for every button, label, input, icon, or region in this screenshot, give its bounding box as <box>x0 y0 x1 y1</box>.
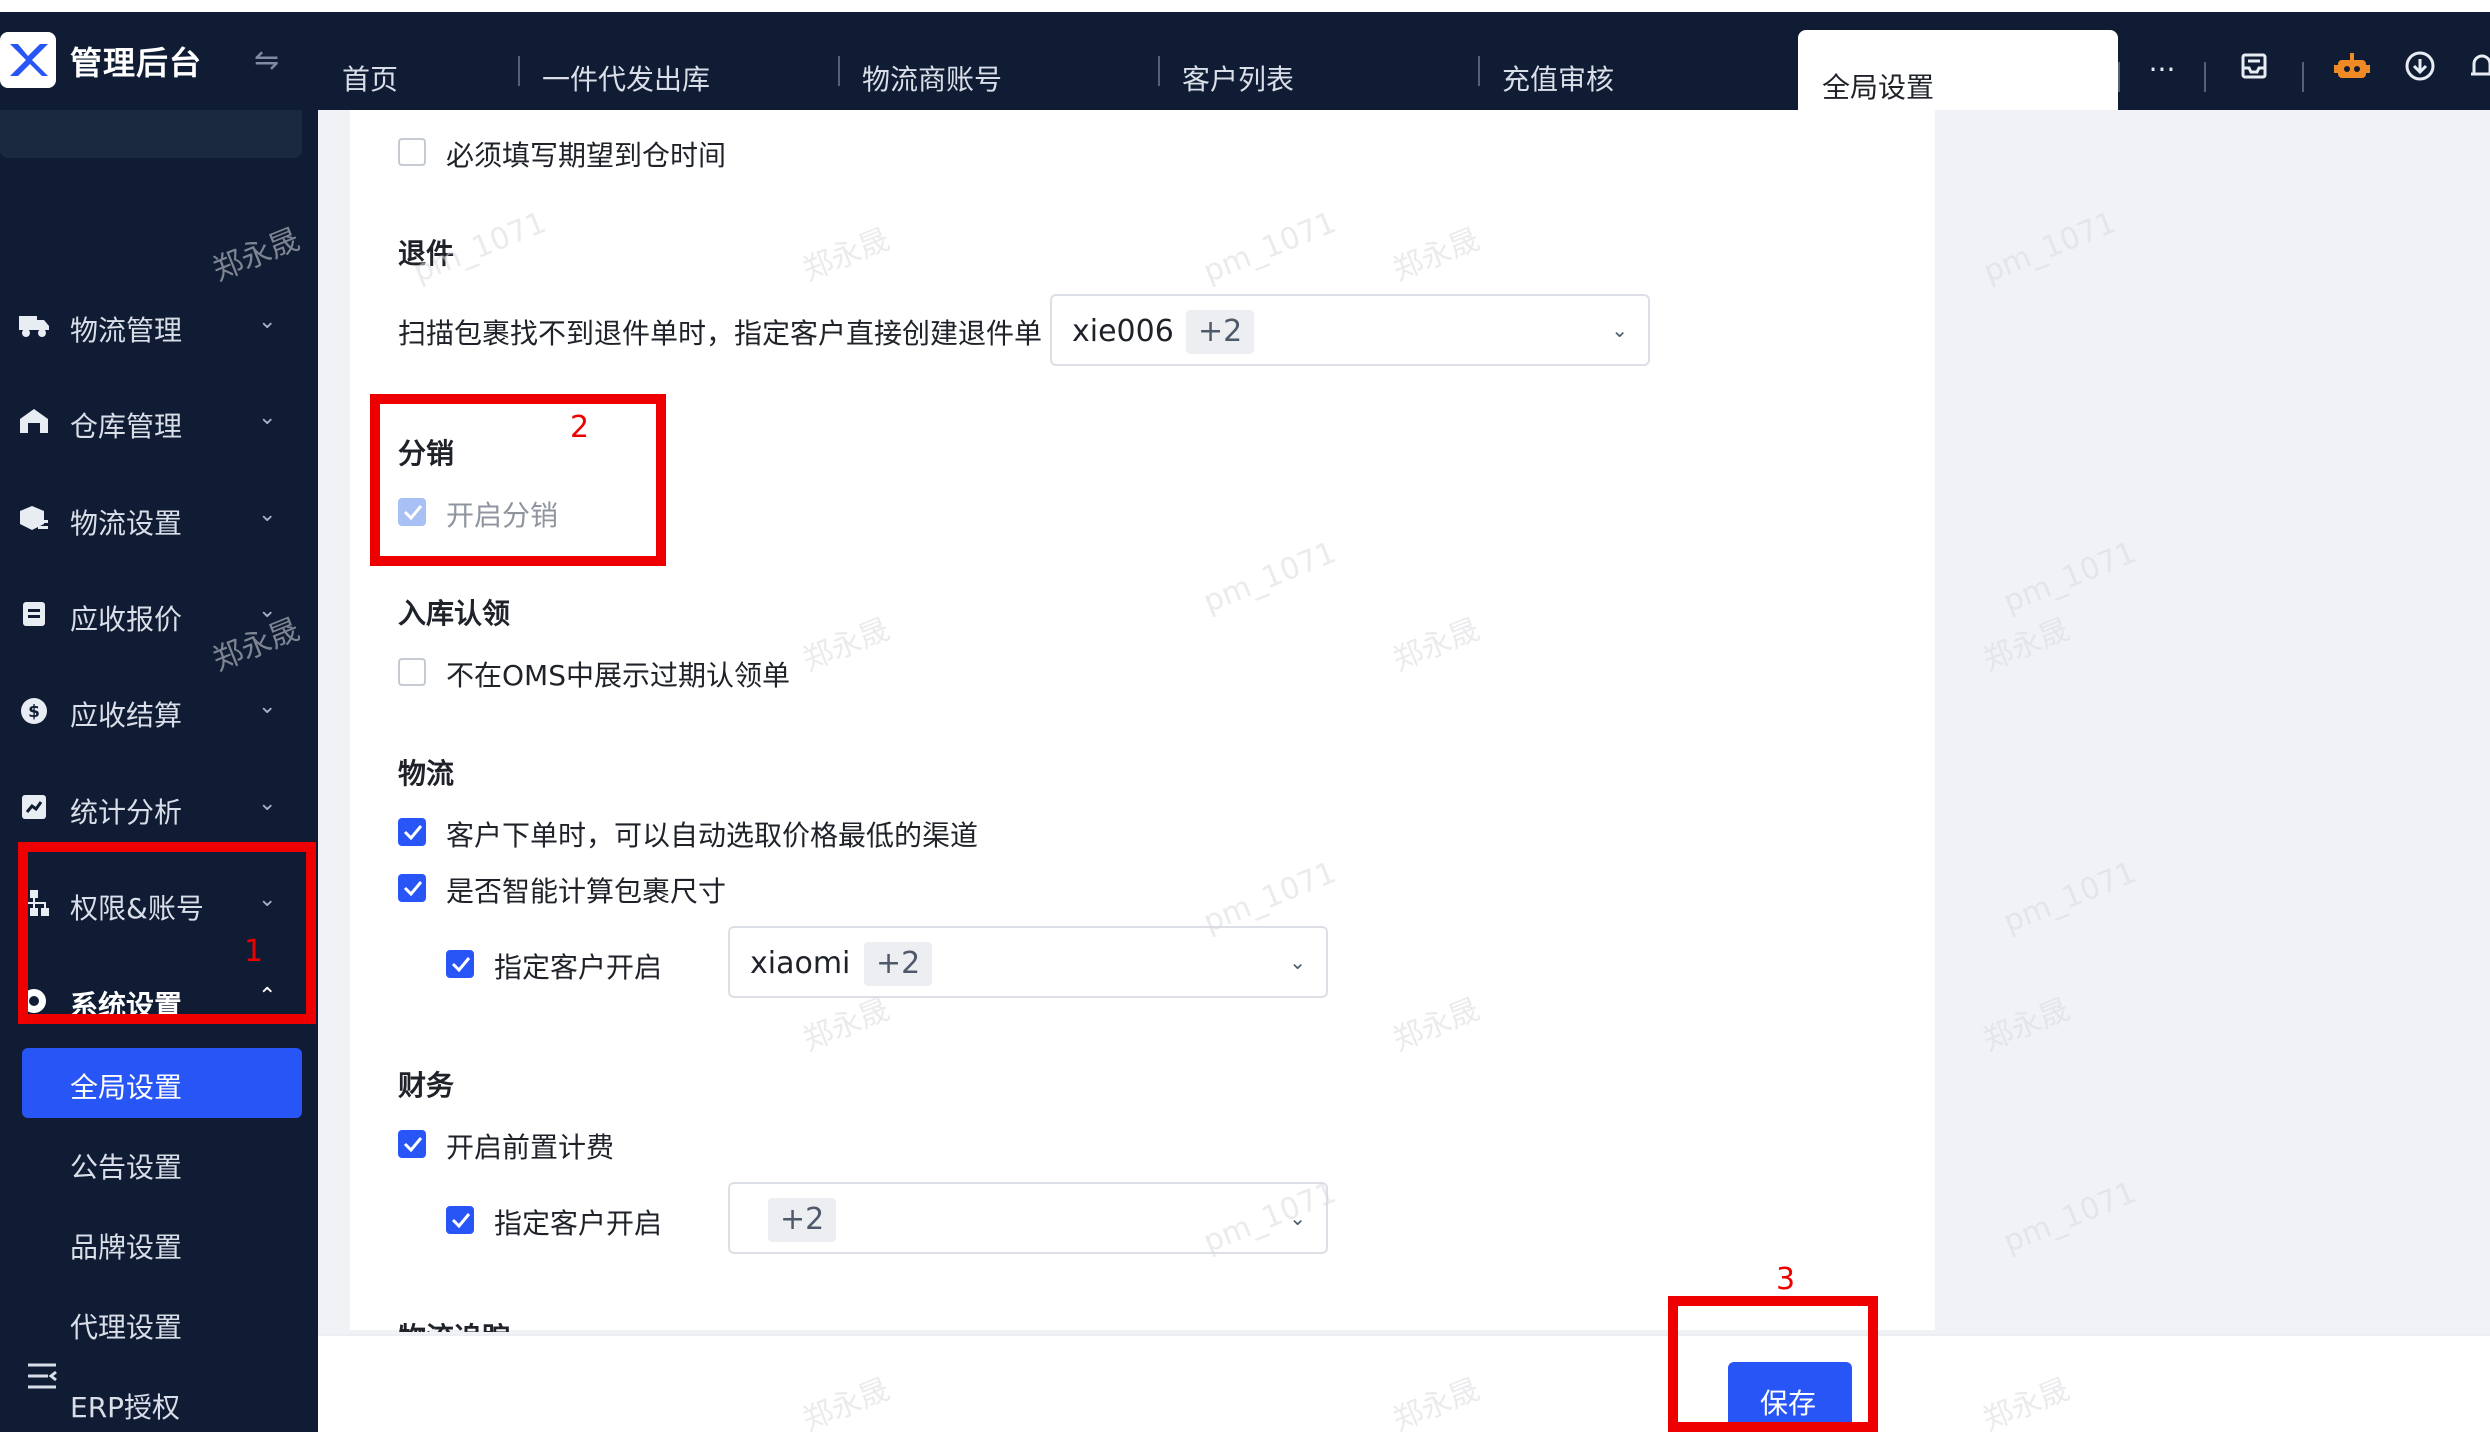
header-divider <box>2118 62 2120 92</box>
sidebar-subitem-agent-settings[interactable]: 代理设置 <box>0 1288 318 1358</box>
more-tabs-button[interactable]: ··· <box>2140 50 2184 90</box>
sidebar-item-logistics-settings[interactable]: 物流设置 ⌄ <box>0 490 318 550</box>
truck-icon <box>18 311 50 343</box>
finance-customer-select[interactable]: +2 ⌄ <box>728 1182 1328 1254</box>
logistics-customer-select[interactable]: xiaomi +2 ⌄ <box>728 926 1328 998</box>
top-strip <box>0 0 2490 12</box>
sidebar-subitem-label: 代理设置 <box>70 1311 183 1344</box>
select-more-tag: +2 <box>768 1198 837 1242</box>
swap-icon[interactable]: ⇋ <box>254 46 279 76</box>
sidebar-subitem-label: ERP授权 <box>70 1391 181 1424</box>
chevron-down-icon: ⌄ <box>1289 950 1306 974</box>
tab-dropship-outbound[interactable]: 一件代发出库 <box>542 58 710 98</box>
checkbox-label: 不在OMS中展示过期认领单 <box>446 659 790 692</box>
select-value: xiaomi <box>750 946 851 981</box>
sidebar-subitem-label: 全局设置 <box>70 1071 183 1104</box>
sidebar-item-product-management[interactable] <box>0 110 302 158</box>
sidebar-item-label: 应收报价 <box>70 603 183 636</box>
sidebar-item-label: 仓库管理 <box>70 410 183 443</box>
robot-icon[interactable] <box>2330 50 2374 90</box>
sidebar-item-receivable-settlement[interactable]: $ 应收结算 ⌄ <box>0 682 318 742</box>
annotation-box-2 <box>370 394 666 566</box>
select-value: xie006 <box>1072 314 1174 349</box>
header-divider <box>2204 62 2206 92</box>
return-customer-select[interactable]: xie006 +2 ⌄ <box>1050 294 1650 366</box>
tab-global-settings[interactable]: 全局设置 <box>1798 30 2118 122</box>
select-more-tag: +2 <box>1186 310 1255 354</box>
section-title-tracking: 物流追踪 <box>398 1318 510 1332</box>
tab-carrier-accounts[interactable]: 物流商账号 <box>862 58 1002 98</box>
box-settings-icon <box>18 504 50 536</box>
checkbox-box[interactable] <box>398 658 426 686</box>
top-header: 管理后台 ⇋ 首页 一件代发出库 物流商账号 客户列表 充值审核 全局设置 ··… <box>0 12 2490 122</box>
sidebar-item-warehouse-management[interactable]: 仓库管理 ⌄ <box>0 393 318 453</box>
sidebar-subitem-global-settings[interactable]: 全局设置 <box>22 1048 302 1118</box>
header-divider <box>2302 62 2304 92</box>
tab-home[interactable]: 首页 <box>342 58 398 98</box>
section-title-finance: 财务 <box>398 1069 455 1102</box>
document-icon <box>18 600 50 632</box>
inbox-icon[interactable] <box>2232 50 2276 90</box>
sidebar-item-label: 物流设置 <box>70 507 183 540</box>
app-title: 管理后台 <box>70 44 203 82</box>
sidebar-item-statistics[interactable]: 统计分析 ⌄ <box>0 779 318 839</box>
checkbox-box[interactable] <box>446 950 474 978</box>
checkbox-label: 必须填写期望到仓时间 <box>446 139 727 172</box>
sidebar-item-receivable-quotes[interactable]: 应收报价 ⌄ <box>0 586 318 646</box>
sidebar: 物流管理 ⌄ 仓库管理 ⌄ 物流设置 ⌄ 应收报价 ⌄ $ 应收结算 ⌄ 统计分… <box>0 110 318 1432</box>
svg-text:$: $ <box>28 702 40 722</box>
annotation-number-1: 1 <box>244 934 264 969</box>
checkbox-box[interactable] <box>446 1206 474 1234</box>
tab-recharge-review[interactable]: 充值审核 <box>1502 58 1614 98</box>
sidebar-item-logistics-management[interactable]: 物流管理 ⌄ <box>0 297 318 357</box>
chevron-down-icon: ⌄ <box>258 502 277 527</box>
annotation-box-1 <box>18 842 316 1024</box>
chevron-down-icon: ⌄ <box>258 405 277 430</box>
section-title-logistics: 物流 <box>398 757 455 790</box>
chevron-down-icon: ⌄ <box>258 598 277 623</box>
download-icon[interactable] <box>2398 50 2442 90</box>
warehouse-icon <box>18 407 50 439</box>
annotation-box-3 <box>1668 1296 1878 1432</box>
bell-icon[interactable] <box>2466 50 2490 90</box>
checkbox-label: 是否智能计算包裹尺寸 <box>446 875 727 908</box>
chevron-down-icon: ⌄ <box>258 694 277 719</box>
annotation-number-3: 3 <box>1776 1262 1796 1297</box>
checkbox-label: 指定客户开启 <box>494 951 663 984</box>
checkbox-label: 开启前置计费 <box>446 1131 615 1164</box>
sidebar-subitem-label: 品牌设置 <box>70 1231 183 1264</box>
sidebar-item-label: 统计分析 <box>70 796 183 829</box>
tab-divider <box>1478 56 1480 86</box>
checkbox-box[interactable] <box>398 1130 426 1158</box>
tab-customer-list[interactable]: 客户列表 <box>1182 58 1294 98</box>
select-more-tag: +2 <box>864 942 933 986</box>
dollar-icon: $ <box>18 696 50 728</box>
chevron-down-icon: ⌄ <box>258 791 277 816</box>
tab-divider <box>838 56 840 86</box>
sidebar-item-label: 应收结算 <box>70 699 183 732</box>
chevron-down-icon: ⌄ <box>1289 1206 1306 1230</box>
section-title-return: 退件 <box>398 237 455 270</box>
sidebar-item-label: 物流管理 <box>70 314 183 347</box>
sidebar-subitem-label: 公告设置 <box>70 1151 183 1184</box>
sidebar-subitem-brand-settings[interactable]: 品牌设置 <box>0 1208 318 1278</box>
checkbox-box[interactable] <box>398 138 426 166</box>
return-description: 扫描包裹找不到退件单时，指定客户直接创建退件单 <box>398 317 1043 350</box>
tab-global-settings-label: 全局设置 <box>1822 71 1935 104</box>
sidebar-subitem-announcement-settings[interactable]: 公告设置 <box>0 1128 318 1198</box>
chevron-down-icon: ⌄ <box>1611 318 1628 342</box>
menu-fold-icon[interactable] <box>26 1360 58 1400</box>
checkbox-box[interactable] <box>398 818 426 846</box>
app-logo <box>0 32 56 88</box>
chevron-down-icon: ⌄ <box>258 309 277 334</box>
chart-icon <box>18 793 50 825</box>
tab-divider <box>1158 56 1160 86</box>
checkbox-label: 指定客户开启 <box>494 1207 663 1240</box>
section-title-inbound-claim: 入库认领 <box>398 597 511 630</box>
checkbox-label: 客户下单时，可以自动选取价格最低的渠道 <box>446 819 979 852</box>
checkbox-box[interactable] <box>398 874 426 902</box>
tab-divider <box>518 56 520 86</box>
annotation-number-2: 2 <box>570 410 590 445</box>
footer-bar <box>318 1334 2490 1432</box>
